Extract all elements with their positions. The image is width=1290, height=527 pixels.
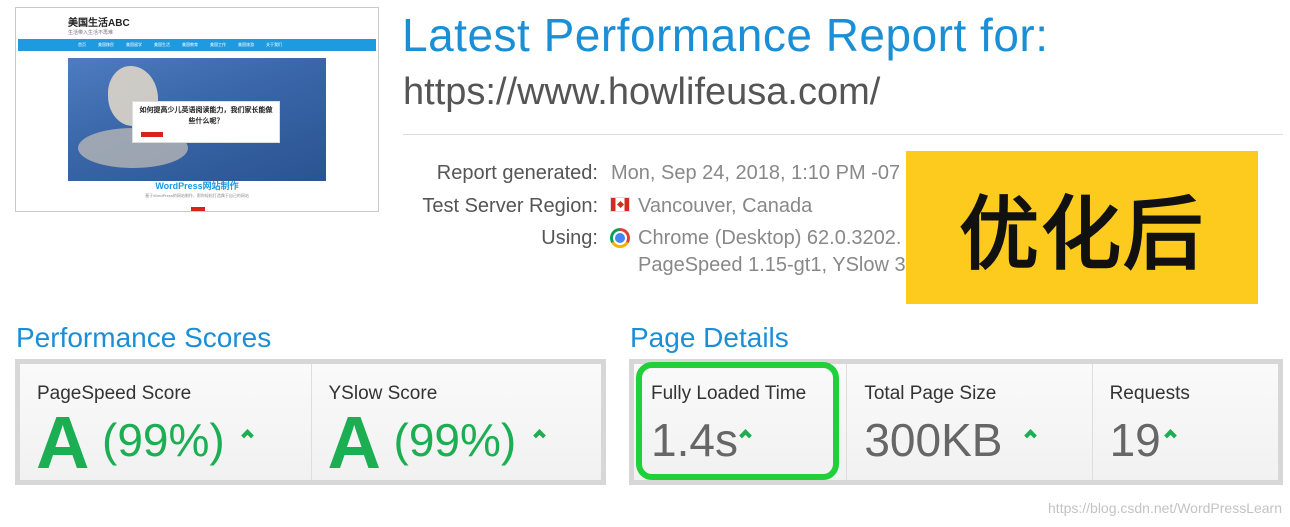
yslow-grade: A: [327, 401, 381, 484]
server-region-label: Test Server Region:: [422, 195, 598, 217]
trend-up-icon: [1163, 426, 1179, 442]
page-title: Latest Performance Report for:: [402, 9, 1049, 61]
trend-up-icon: [1023, 426, 1039, 442]
trend-up-icon: [240, 426, 256, 442]
thumb-nav-item: 美国移民: [98, 42, 114, 47]
total-page-size-cell[interactable]: Total Page Size 300KB: [847, 364, 1093, 480]
server-region-value: Vancouver, Canada: [638, 195, 813, 217]
thumb-site-tagline: 生活带入生活不再难: [68, 30, 114, 36]
pagespeed-score-cell[interactable]: PageSpeed Score A (99%): [20, 364, 312, 484]
using-browser-value: Chrome (Desktop) 62.0.3202.: [638, 227, 902, 249]
pagespeed-grade: A: [36, 401, 90, 484]
sticker-text: 优化后: [959, 187, 1205, 281]
yslow-score-cell[interactable]: YSlow Score A (99%): [311, 364, 601, 484]
chrome-icon: [610, 228, 630, 248]
thumb-site-title: 美国生活ABC: [68, 18, 130, 29]
thumb-nav-item: 美国教育: [182, 42, 198, 47]
using-engine-value: PageSpeed 1.15-gt1, YSlow 3.1: [638, 254, 923, 276]
fully-loaded-highlight-ring: [636, 362, 839, 480]
optimized-sticker: 优化后: [906, 151, 1258, 304]
thumb-nav-item: 美国工作: [210, 42, 226, 47]
total-page-size-value: 300KB: [864, 414, 1003, 466]
thumb-hero-card: 如何提高少儿英语阅读能力，我们家长能做些什么呢？: [132, 101, 280, 143]
yslow-percent: (99%): [393, 414, 517, 466]
thumb-hero-button: [141, 132, 163, 137]
report-url[interactable]: https://www.howlifeusa.com/: [403, 71, 880, 114]
divider: [403, 134, 1283, 135]
performance-scores-panel: PageSpeed Score A (99%) YSlow Score A (9…: [15, 359, 606, 485]
thumb-footer-bar: [191, 207, 205, 211]
pagespeed-percent: (99%): [102, 414, 225, 466]
report-generated-value: Mon, Sep 24, 2018, 1:10 PM -07: [611, 162, 901, 184]
site-screenshot-thumbnail[interactable]: 美国生活ABC 生活带入生活不再难 首页 美国移民 美国留学 美国生活 美国教育…: [15, 7, 379, 212]
thumb-footer-title: WordPress网站制作: [155, 181, 239, 191]
thumb-footer-sub: 基于WordPress的网站制作，帮你轻松打造属于自己的网站: [145, 193, 249, 198]
thumb-nav-item: 关于我们: [266, 42, 282, 47]
using-label: Using:: [541, 227, 598, 249]
trend-up-icon: [532, 426, 548, 442]
report-generated-label: Report generated:: [436, 162, 598, 184]
thumb-nav-bar: 首页 美国移民 美国留学 美国生活 美国教育 美国工作 美国旅游 关于我们: [18, 39, 376, 51]
thumb-nav-item: 首页: [78, 42, 86, 47]
canada-flag-icon: [610, 197, 630, 212]
requests-cell[interactable]: Requests 19: [1092, 364, 1278, 480]
requests-value: 19: [1109, 414, 1161, 466]
requests-label: Requests: [1109, 383, 1190, 404]
thumb-nav-item: 美国生活: [154, 42, 170, 47]
total-page-size-label: Total Page Size: [864, 383, 997, 404]
page-details-heading: Page Details: [630, 322, 789, 353]
watermark: https://blog.csdn.net/WordPressLearn: [1048, 500, 1282, 516]
thumb-nav-item: 美国留学: [126, 42, 142, 47]
thumb-hero-text: 如何提高少儿英语阅读能力，我们家长能做些什么呢？: [139, 107, 273, 125]
performance-scores-heading: Performance Scores: [16, 322, 272, 353]
thumb-hero-image: 如何提高少儿英语阅读能力，我们家长能做些什么呢？: [68, 58, 326, 181]
thumb-nav-item: 美国旅游: [238, 42, 254, 47]
